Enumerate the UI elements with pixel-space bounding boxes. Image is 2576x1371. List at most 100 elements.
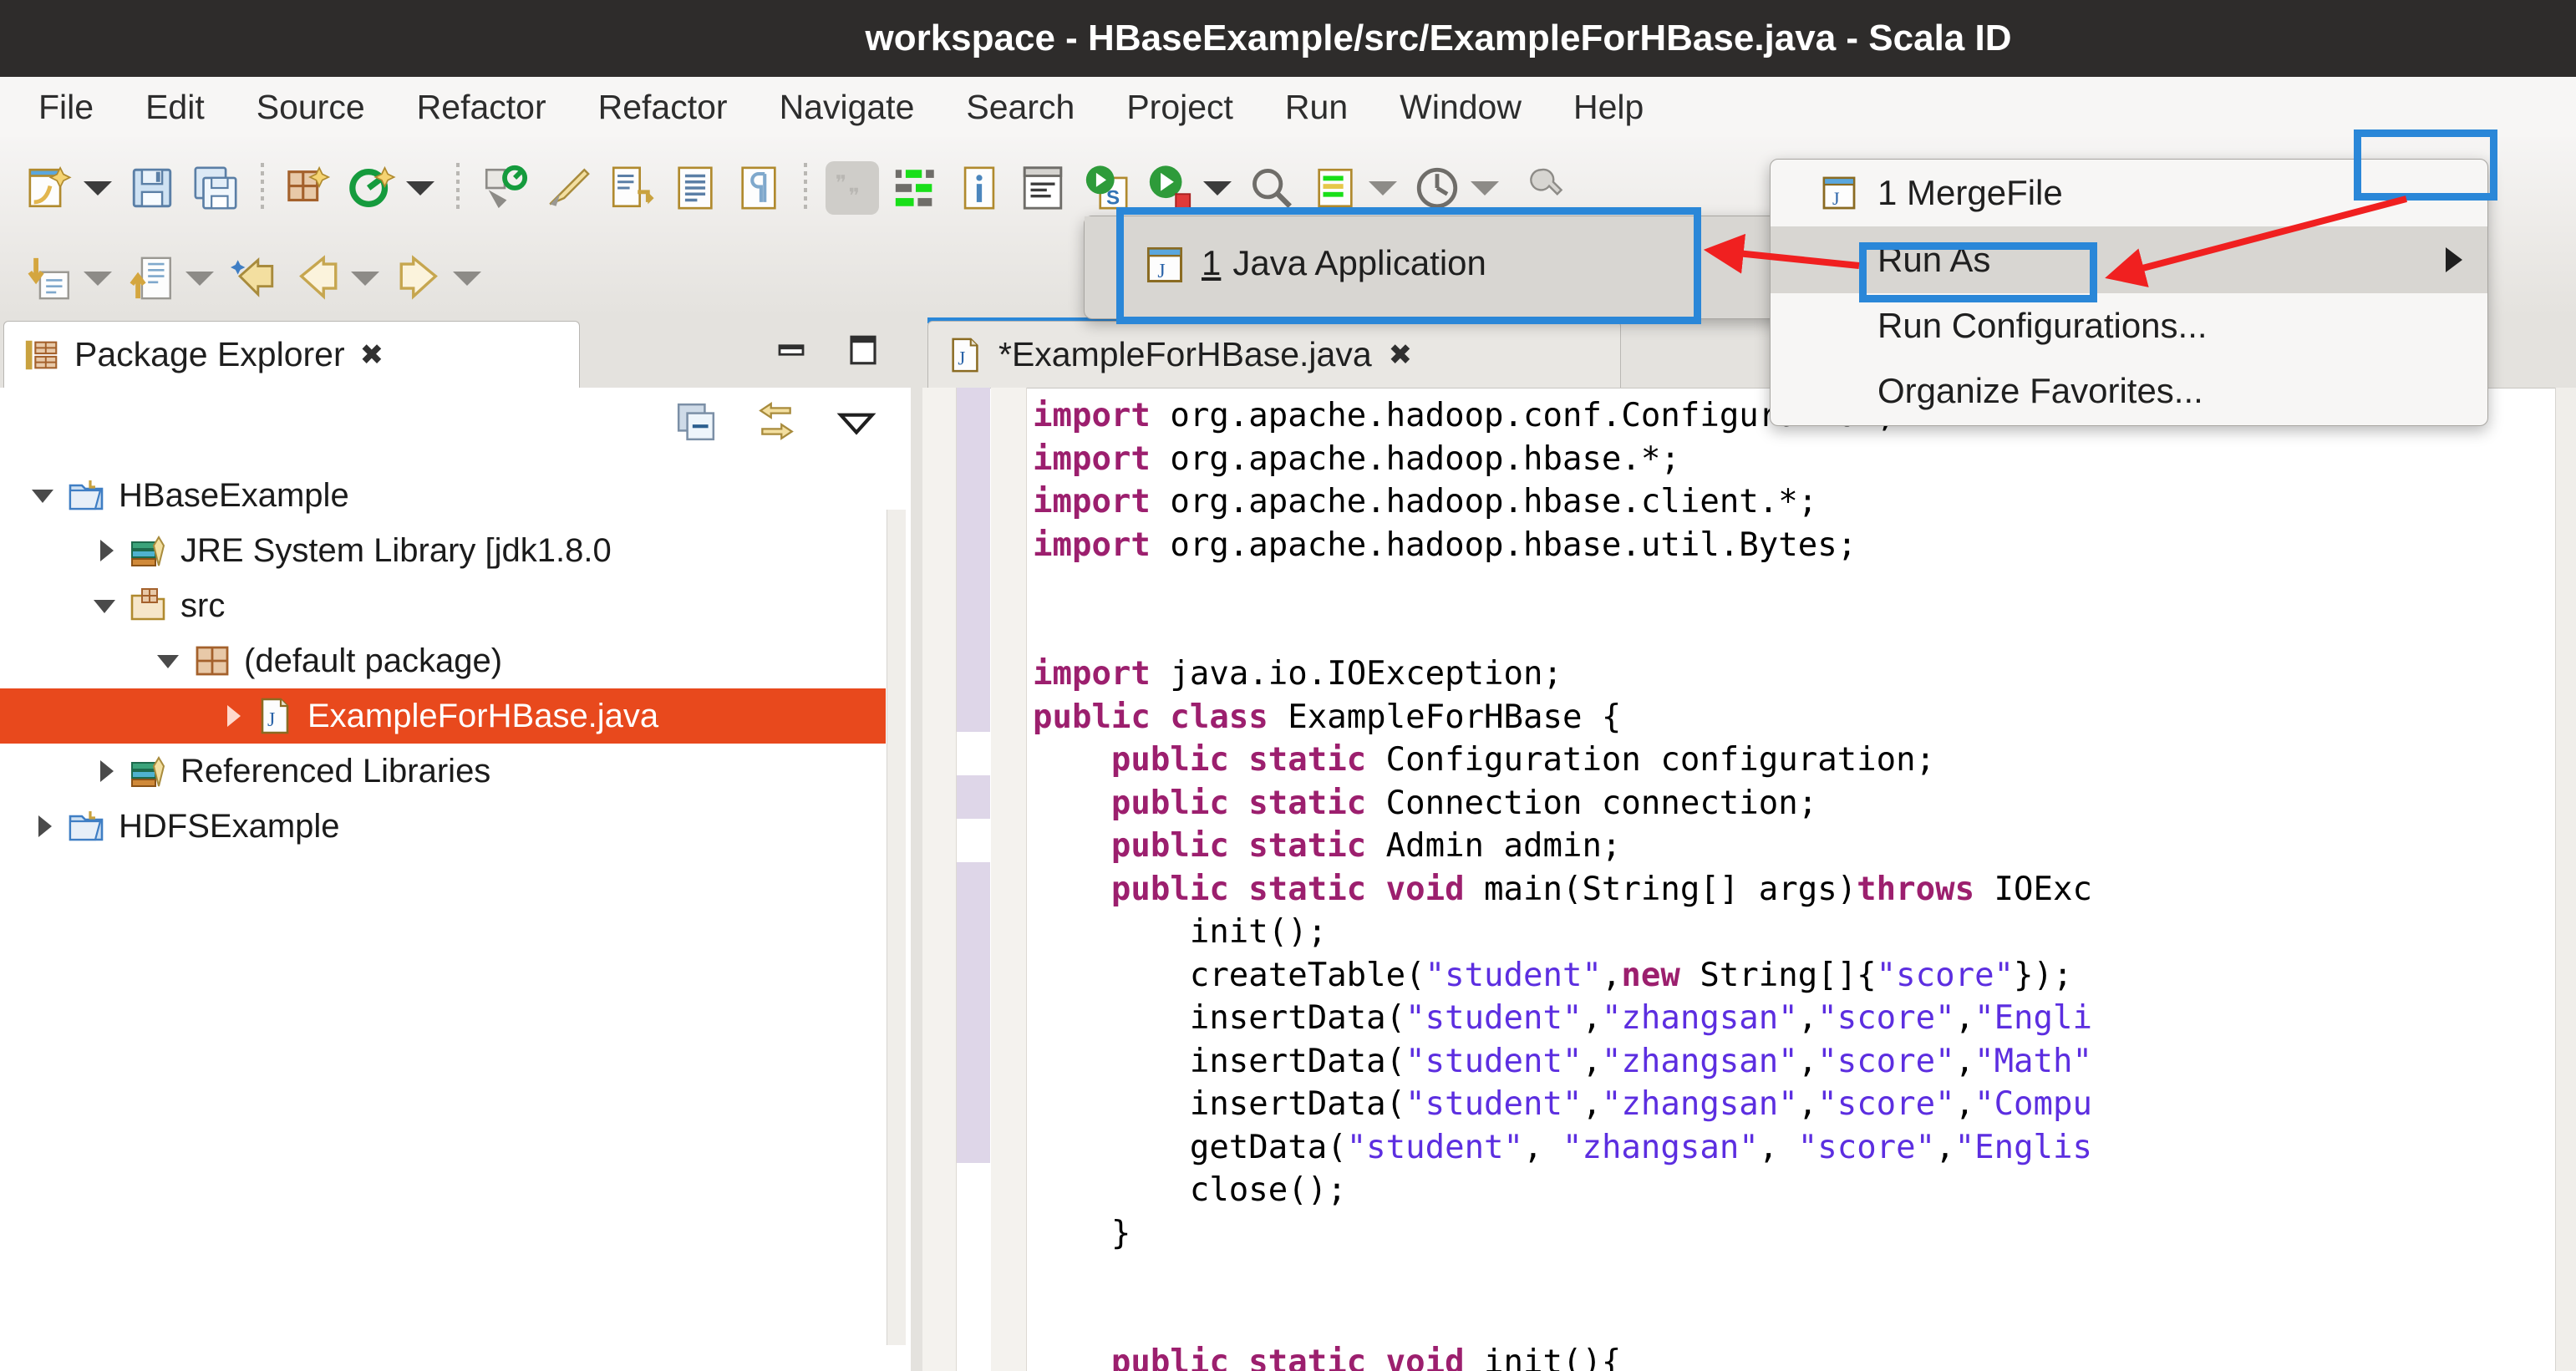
toggle-markoccurrences-button[interactable]: ❞ ❞ bbox=[826, 161, 879, 215]
export-button[interactable] bbox=[605, 161, 658, 215]
menu-window[interactable]: Window bbox=[1379, 88, 1542, 127]
menu-item-run-configurations[interactable]: Run Configurations... bbox=[1771, 293, 2487, 358]
code-token: "student" bbox=[1405, 1085, 1583, 1123]
editor-folding-bar[interactable] bbox=[991, 388, 1027, 1371]
panel-divider[interactable] bbox=[911, 317, 922, 1371]
export-dropdown-icon[interactable] bbox=[185, 271, 214, 286]
separator-1 bbox=[261, 163, 264, 213]
code-token: , bbox=[1954, 1042, 1975, 1080]
build-clean-button[interactable] bbox=[478, 161, 531, 215]
menu-source[interactable]: Source bbox=[236, 88, 385, 127]
new-wizard-button[interactable] bbox=[23, 161, 77, 215]
back-dropdown-icon[interactable] bbox=[351, 271, 379, 286]
code-token: , bbox=[1954, 999, 1975, 1037]
tab-package-explorer[interactable]: Package Explorer ✖ bbox=[3, 321, 580, 388]
package-explorer-panel: Package Explorer ✖ HBaseExample JRE Syst… bbox=[0, 317, 911, 1371]
menu-help[interactable]: Help bbox=[1553, 88, 1664, 127]
chevron-right-icon[interactable] bbox=[92, 757, 120, 785]
library-icon bbox=[129, 751, 169, 791]
run-last-tool-icon: S bbox=[1085, 165, 1128, 210]
close-icon[interactable]: ✖ bbox=[1389, 338, 1413, 372]
chevron-right-icon[interactable] bbox=[92, 536, 120, 565]
info-button[interactable] bbox=[953, 161, 1006, 215]
tree-item-label: HDFSExample bbox=[119, 807, 340, 845]
menu-navigate[interactable]: Navigate bbox=[760, 88, 935, 127]
forward-button[interactable] bbox=[393, 251, 446, 305]
testing-button[interactable] bbox=[889, 161, 943, 215]
menu-item-organize-favorites[interactable]: Organize Favorites... bbox=[1771, 358, 2487, 424]
code-token: org.apache.hadoop.hbase.util.Bytes; bbox=[1170, 526, 1857, 564]
menu-refactor-2[interactable]: Refactor bbox=[578, 88, 748, 127]
menu-search[interactable]: Search bbox=[946, 88, 1095, 127]
console-button[interactable] bbox=[1016, 161, 1070, 215]
menu-run[interactable]: Run bbox=[1265, 88, 1368, 127]
chevron-right-icon[interactable] bbox=[219, 702, 247, 730]
new-wizard-dropdown-icon[interactable] bbox=[84, 180, 112, 195]
format-icon bbox=[549, 168, 590, 206]
separator-3 bbox=[804, 163, 807, 213]
tree-item-default-package[interactable]: (default package) bbox=[0, 633, 886, 688]
maximize-icon bbox=[850, 335, 876, 365]
code-token: "zhangsan" bbox=[1601, 1085, 1798, 1123]
collapse-all-button[interactable] bbox=[675, 401, 717, 447]
last-edit-location-button[interactable] bbox=[227, 251, 281, 305]
tree-item-src[interactable]: src bbox=[0, 578, 886, 633]
export-row-icon bbox=[130, 256, 171, 300]
code-token: , bbox=[1582, 1042, 1602, 1080]
outline-button[interactable] bbox=[668, 161, 722, 215]
maximize-button[interactable] bbox=[846, 333, 881, 368]
chevron-down-icon[interactable] bbox=[92, 592, 120, 620]
close-icon[interactable]: ✖ bbox=[360, 338, 384, 372]
menu-file[interactable]: File bbox=[18, 88, 114, 127]
new-java-package-button[interactable] bbox=[282, 161, 336, 215]
paragraph-marks-button[interactable] bbox=[732, 161, 785, 215]
editor-scrollbar[interactable] bbox=[2555, 388, 2576, 1371]
editor-tab-label: *ExampleForHBase.java bbox=[998, 335, 1372, 373]
chevron-down-icon[interactable] bbox=[30, 481, 58, 510]
code-token: public static bbox=[1033, 784, 1386, 822]
chevron-down-icon[interactable] bbox=[155, 647, 184, 675]
svg-text:J: J bbox=[267, 709, 275, 731]
view-menu-button[interactable] bbox=[836, 401, 877, 447]
code-line: getData("student", "zhangsan", "score","… bbox=[1033, 1126, 2576, 1170]
run-dropdown-icon[interactable] bbox=[1203, 180, 1232, 195]
paragraph-marks-icon bbox=[741, 166, 776, 210]
code-line: import java.io.IOException; bbox=[1033, 652, 2576, 696]
menu-edit[interactable]: Edit bbox=[125, 88, 225, 127]
coverage-dropdown-icon[interactable] bbox=[1369, 180, 1397, 195]
minimize-button[interactable] bbox=[774, 333, 809, 368]
tree-item-jre-system-library[interactable]: JRE System Library [jdk1.8.0 bbox=[0, 523, 886, 578]
tree-item-exampleforhbase-java[interactable]: J ExampleForHBase.java bbox=[0, 688, 886, 744]
code-token: , bbox=[1935, 1128, 1955, 1166]
code-token: init(); bbox=[1033, 913, 1328, 951]
export-row2-button[interactable] bbox=[125, 251, 179, 305]
annotation-segment bbox=[957, 862, 990, 1163]
tab-exampleforhbase-java[interactable]: J *ExampleForHBase.java ✖ bbox=[927, 321, 1621, 388]
format-button[interactable] bbox=[541, 161, 595, 215]
save-all-button[interactable] bbox=[189, 161, 242, 215]
chevron-right-icon[interactable] bbox=[30, 812, 58, 840]
code-token: new bbox=[1621, 956, 1700, 994]
menu-project[interactable]: Project bbox=[1106, 88, 1253, 127]
code-editor-text[interactable]: import org.apache.hadoop.conf.Configurat… bbox=[1033, 394, 2576, 1371]
new-scala-button[interactable] bbox=[346, 161, 399, 215]
package-explorer-scrollbar[interactable] bbox=[887, 510, 906, 1345]
profile-dropdown-icon[interactable] bbox=[1471, 180, 1499, 195]
tree-item-hdfsexample[interactable]: HDFSExample bbox=[0, 799, 886, 854]
editor-annotation-bar bbox=[957, 388, 990, 1371]
last-edit-location-icon bbox=[230, 257, 274, 297]
tree-item-referenced-libraries[interactable]: Referenced Libraries bbox=[0, 744, 886, 799]
back-button[interactable] bbox=[291, 251, 344, 305]
blank-icon bbox=[1819, 240, 1859, 280]
save-button[interactable] bbox=[125, 161, 179, 215]
import-dropdown-icon[interactable] bbox=[84, 271, 112, 286]
tree-item-hbaseexample[interactable]: HBaseExample bbox=[0, 468, 886, 523]
menu-refactor[interactable]: Refactor bbox=[397, 88, 567, 127]
code-token: public static void bbox=[1033, 1343, 1485, 1371]
import-button[interactable] bbox=[23, 251, 77, 305]
forward-dropdown-icon[interactable] bbox=[453, 271, 481, 286]
link-with-editor-button[interactable] bbox=[755, 401, 797, 447]
new-scala-dropdown-icon[interactable] bbox=[406, 180, 434, 195]
